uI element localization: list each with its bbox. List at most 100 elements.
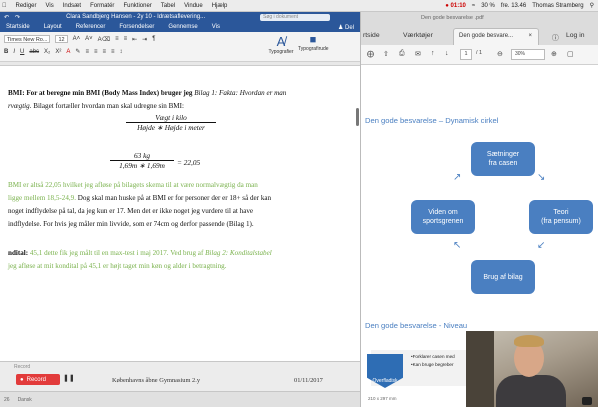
fit-page-icon[interactable]: ▢: [567, 50, 574, 58]
justify-button[interactable]: ≡: [111, 49, 115, 55]
word-redo-icon[interactable]: ↷: [15, 14, 20, 21]
menu-item-hjaelp[interactable]: Hjælp: [212, 3, 228, 9]
font-size-select[interactable]: 12: [55, 35, 68, 43]
tab-document[interactable]: Den gode besvare... ×: [453, 28, 539, 45]
style-pane-button[interactable]: ■ Typografirude: [298, 34, 329, 60]
tab-layout[interactable]: Layout: [44, 24, 62, 30]
bullets-button[interactable]: ≡: [115, 36, 119, 42]
doc-line-1: BMI: For at beregne min BMI (Body Mass I…: [8, 89, 287, 97]
next-page-icon[interactable]: ↓: [445, 50, 449, 57]
bold-button[interactable]: B: [4, 49, 8, 55]
tab-startside-pdf[interactable]: rtside: [363, 32, 380, 39]
zoom-out-icon[interactable]: ⊖: [497, 50, 503, 58]
webcam-control-icon[interactable]: [582, 397, 592, 405]
menu-item-vis[interactable]: Vis: [46, 3, 54, 9]
presenter-hair: [514, 335, 544, 347]
niveau-list: •Forklarer casen med •Kan bruge begreber: [411, 353, 455, 369]
style-pane-label: Typografirude: [298, 46, 329, 52]
menu-item-indsaet[interactable]: Indsæt: [63, 3, 81, 9]
pdf-window-title: Den gode besvarelse .pdf: [421, 15, 484, 21]
slide-2-title: Den gode besvarelse - Niveau: [365, 321, 468, 330]
grow-font-button[interactable]: A˄: [73, 36, 81, 42]
user-name[interactable]: Thomas Stramberg: [532, 3, 583, 9]
mail-icon[interactable]: ✉: [415, 50, 421, 58]
styles-icon: A̸: [276, 34, 286, 49]
help-icon[interactable]: ⓘ: [552, 32, 559, 42]
align-left-button[interactable]: ≡: [85, 49, 89, 55]
menu-item-vindue[interactable]: Vindue: [184, 3, 203, 9]
record-dot-icon: ●: [20, 376, 24, 383]
menu-item-funktioner[interactable]: Funktioner: [123, 3, 151, 9]
zoom-in-icon[interactable]: ⊕: [551, 50, 557, 58]
strike-button[interactable]: abc: [29, 49, 39, 55]
bmi-calculation: 63 kg 1,69m ∗ 1,69m: [110, 151, 174, 170]
menu-item-tabel[interactable]: Tabel: [161, 3, 175, 9]
italic-button[interactable]: I: [13, 49, 15, 55]
tab-vis[interactable]: Vis: [212, 24, 220, 30]
styles-button[interactable]: A̸ Typografier: [268, 34, 294, 60]
calc-result: = 22,05: [177, 158, 201, 167]
document-page[interactable]: BMI: For at beregne min BMI (Body Mass I…: [0, 81, 360, 361]
doc-line-4: ligge mellem 18,5-24,9. Dog skal man hus…: [8, 194, 272, 202]
outdent-button[interactable]: ⇤: [132, 36, 137, 43]
close-tab-icon[interactable]: ×: [528, 33, 532, 39]
share-button[interactable]: ♟ Del: [338, 24, 354, 31]
page-number-input[interactable]: 1: [460, 49, 472, 60]
record-button[interactable]: ● Record: [16, 374, 60, 385]
pause-icon[interactable]: ❚❚: [63, 374, 75, 382]
font-color-button[interactable]: A: [66, 49, 70, 55]
record-button-label: Record: [26, 376, 46, 383]
doc-line-5: noget indflydelse på tal, da jeg kun er …: [8, 207, 254, 215]
clock[interactable]: fre. 13.46: [501, 3, 526, 9]
menu-item-formater[interactable]: Formatér: [90, 3, 114, 9]
shrink-font-button[interactable]: A˅: [85, 36, 93, 42]
word-autosave-icon[interactable]: ↶: [4, 14, 9, 21]
pilcrow-button[interactable]: ¶: [152, 36, 155, 42]
tab-startside[interactable]: Startside: [6, 24, 30, 30]
formula-denominator: Højde ∗ Højde i meter: [126, 122, 216, 132]
cycle-arrow-2: ↙: [537, 240, 546, 251]
recording-indicator[interactable]: ● 01:10: [445, 3, 466, 9]
underline-button[interactable]: U: [20, 49, 24, 55]
tab-referencer[interactable]: Referencer: [76, 24, 106, 30]
numbering-button[interactable]: ≡: [124, 36, 128, 42]
tab-gennemse[interactable]: Gennemse: [168, 24, 197, 30]
wifi-icon[interactable]: ≈: [472, 3, 475, 9]
login-link[interactable]: Log in: [566, 32, 585, 39]
align-right-button[interactable]: ≡: [102, 49, 106, 55]
indent-button[interactable]: ⇥: [142, 36, 147, 43]
bmi-formula: Vægt i kilo Højde ∗ Højde i meter: [126, 113, 216, 132]
create-icon[interactable]: ⨁: [367, 50, 374, 58]
tab-tools[interactable]: Værktøjer: [403, 32, 433, 39]
line-spacing-button[interactable]: ↕: [120, 49, 123, 55]
screen:  Rediger Vis Indsæt Formatér Funktioner…: [0, 0, 598, 407]
align-center-button[interactable]: ≡: [94, 49, 98, 55]
search-icon[interactable]: ⚲: [590, 2, 594, 9]
highlight-button[interactable]: ✎: [75, 48, 80, 55]
upload-icon[interactable]: ⇧: [383, 50, 389, 58]
tab-forsendelser[interactable]: Forsendelser: [119, 24, 154, 30]
superscript-button[interactable]: X²: [55, 49, 61, 55]
ruler[interactable]: [0, 62, 360, 66]
subscript-button[interactable]: X₂: [44, 49, 50, 55]
cycle-node-left: Viden om sportsgrenen: [411, 200, 475, 234]
menu-item-rediger[interactable]: Rediger: [16, 3, 37, 9]
status-language[interactable]: Dansk: [18, 397, 32, 403]
webcam-overlay[interactable]: [466, 331, 598, 407]
word-titlebar: ↶ ↷ Clara Sandbjerg Hansen - 2y 10 - Idr…: [0, 12, 360, 22]
prev-page-icon[interactable]: ↑: [431, 50, 435, 57]
word-search-input[interactable]: Søg i dokument: [260, 13, 330, 21]
print-icon[interactable]: ⎙: [399, 50, 405, 58]
doc-line-3: BMI er altså 22,05 hvilket jeg afløse på…: [8, 181, 258, 189]
menu-item-apple[interactable]: : [2, 3, 7, 9]
document-text-3: ndital: 45,1 dette fik jeg målt til en m…: [8, 247, 343, 273]
clear-format-button[interactable]: A⌫: [98, 36, 111, 43]
word-scrollbar[interactable]: [356, 108, 359, 126]
font-name-select[interactable]: Times New Ro...: [4, 35, 51, 43]
battery-text[interactable]: 30 %: [481, 3, 495, 9]
presenter-body: [496, 375, 566, 407]
status-page[interactable]: 26: [4, 397, 10, 403]
word-status-bar: 26 Dansk: [0, 391, 360, 407]
style-pane-icon: ■: [309, 34, 317, 46]
zoom-select[interactable]: 30%: [511, 49, 545, 60]
